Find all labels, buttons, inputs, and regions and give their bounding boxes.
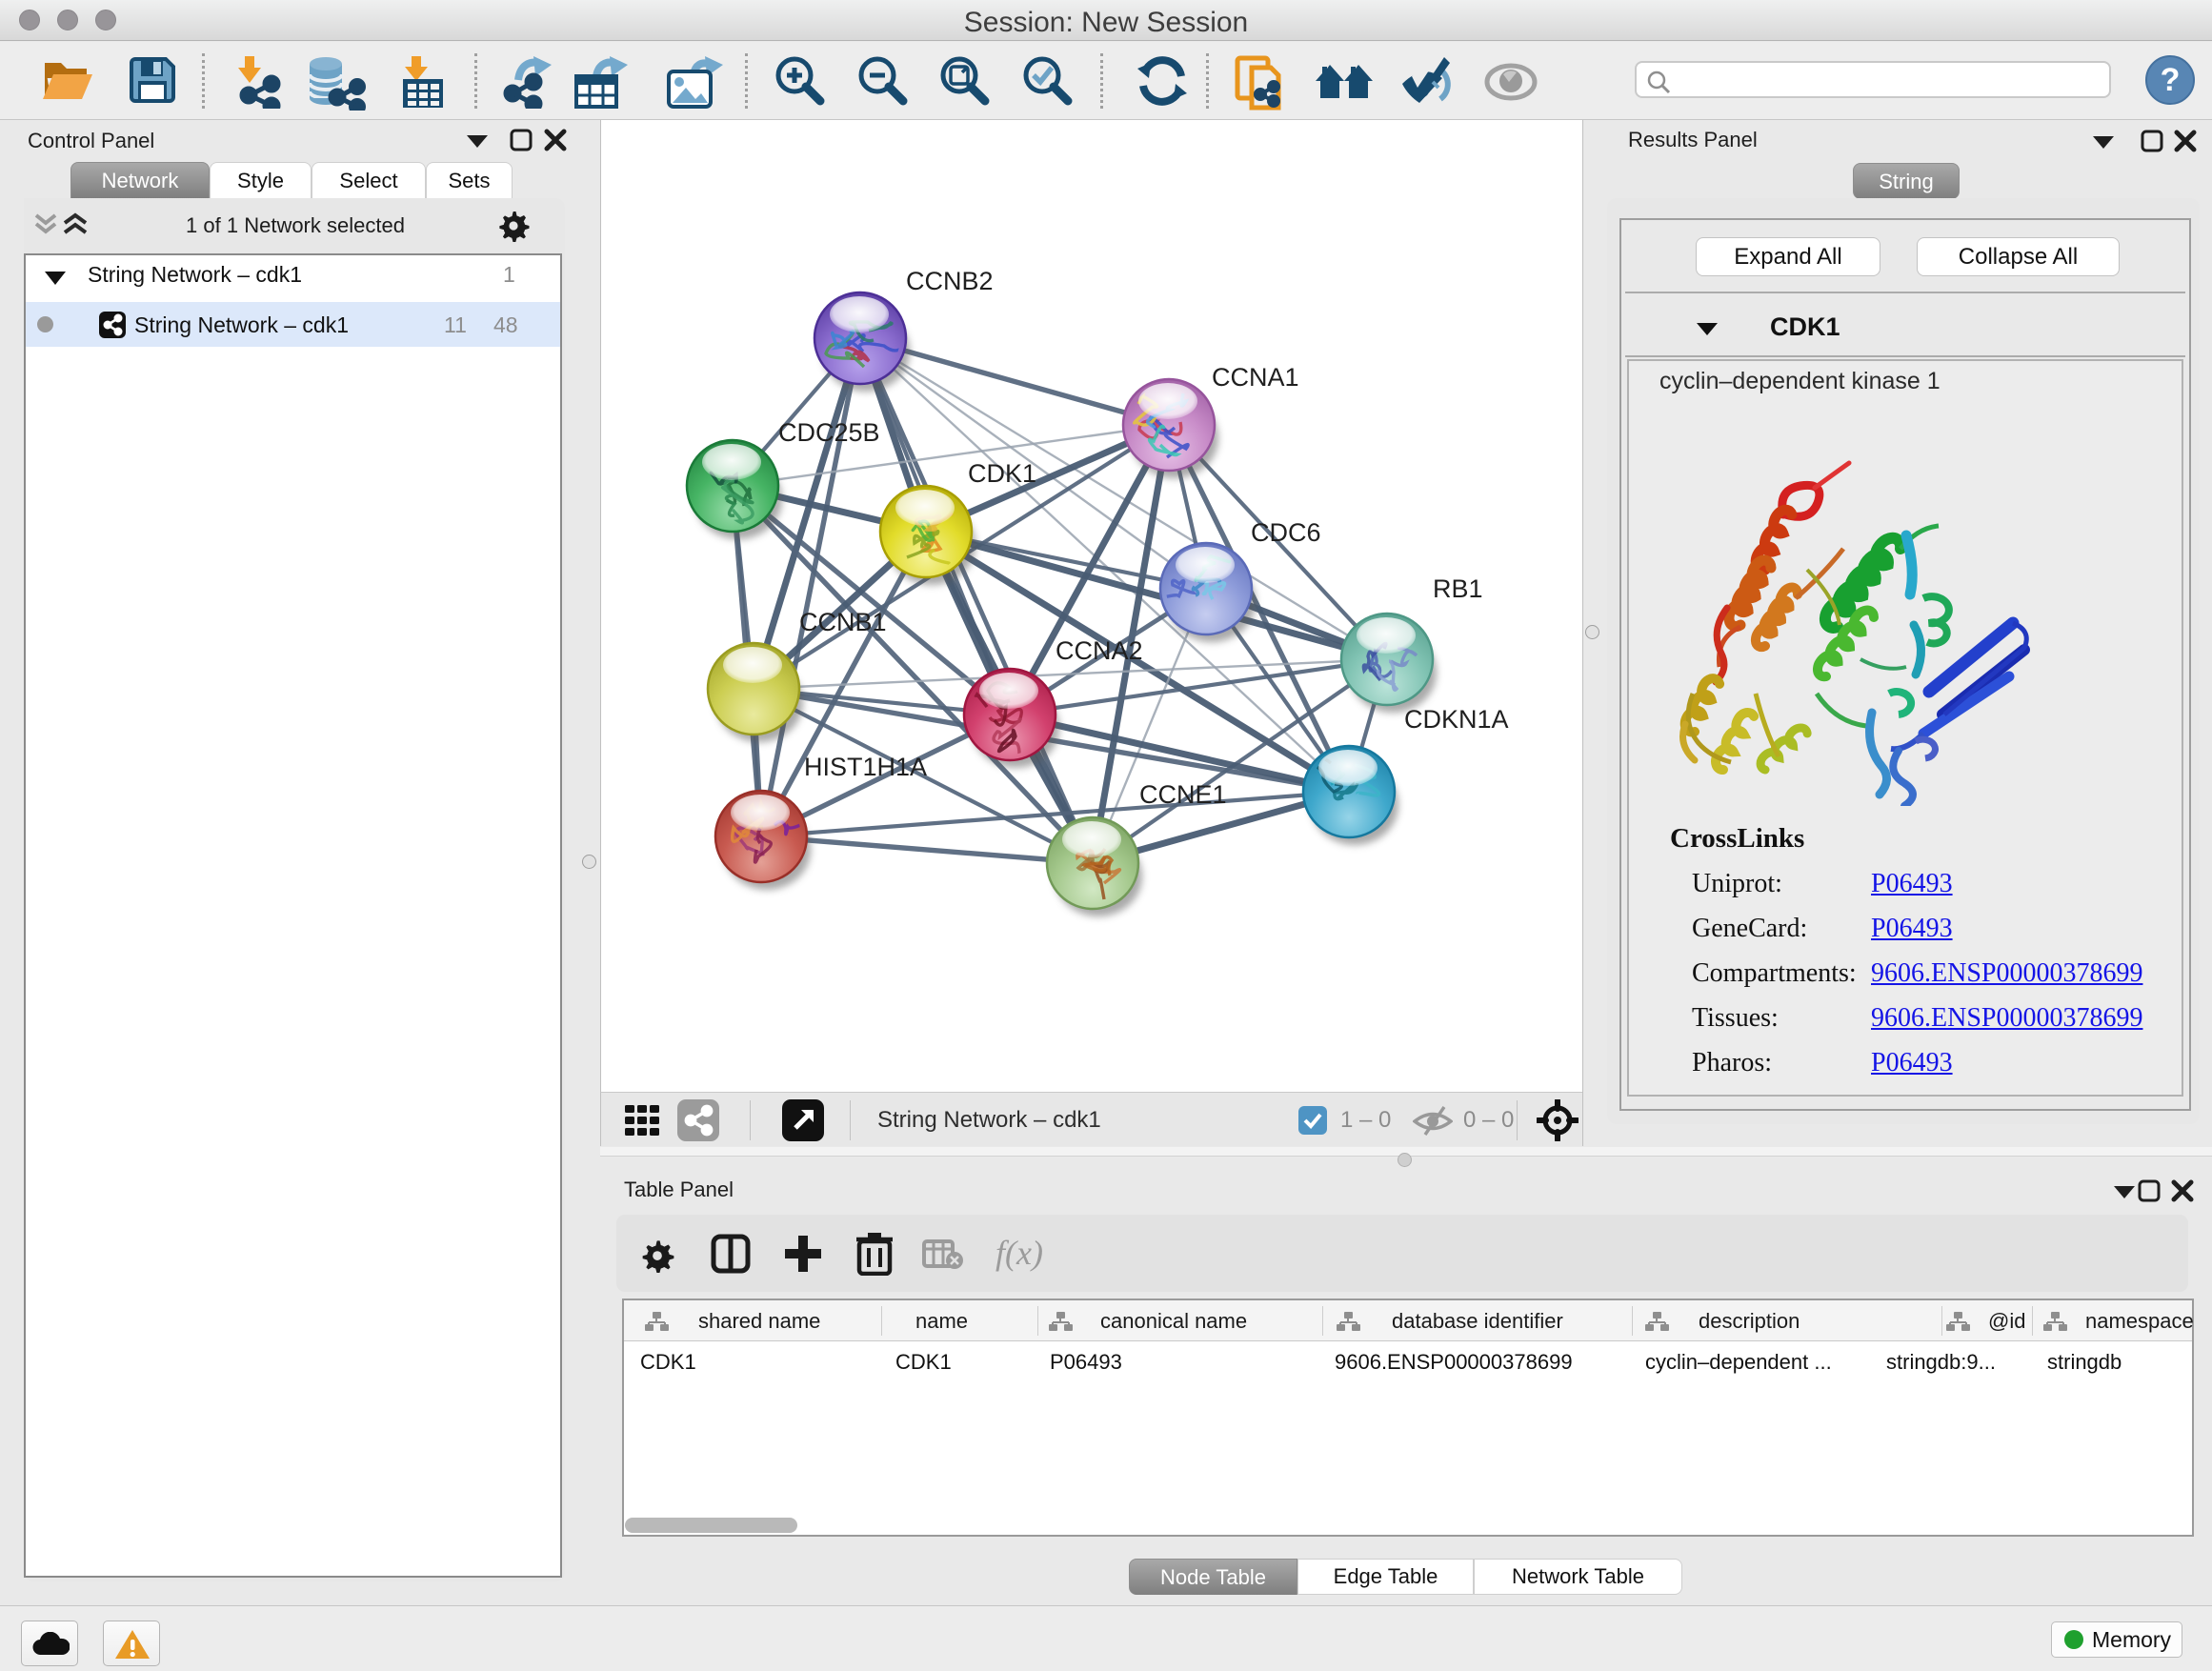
svg-text:CCNE1: CCNE1: [1139, 780, 1227, 809]
svg-text:CCNA1: CCNA1: [1212, 363, 1299, 392]
svg-text:CDC25B: CDC25B: [778, 418, 880, 447]
svg-text:HIST1H1A: HIST1H1A: [804, 753, 927, 781]
svg-text:CCNB2: CCNB2: [906, 267, 994, 295]
svg-text:CCNB1: CCNB1: [799, 608, 887, 636]
svg-text:RB1: RB1: [1433, 574, 1483, 603]
svg-text:?: ?: [2161, 62, 2181, 98]
svg-text:CCNA2: CCNA2: [1056, 636, 1143, 665]
svg-text:CDC6: CDC6: [1251, 518, 1321, 547]
svg-text:CDK1: CDK1: [968, 459, 1036, 488]
svg-text:CDKN1A: CDKN1A: [1404, 705, 1509, 734]
